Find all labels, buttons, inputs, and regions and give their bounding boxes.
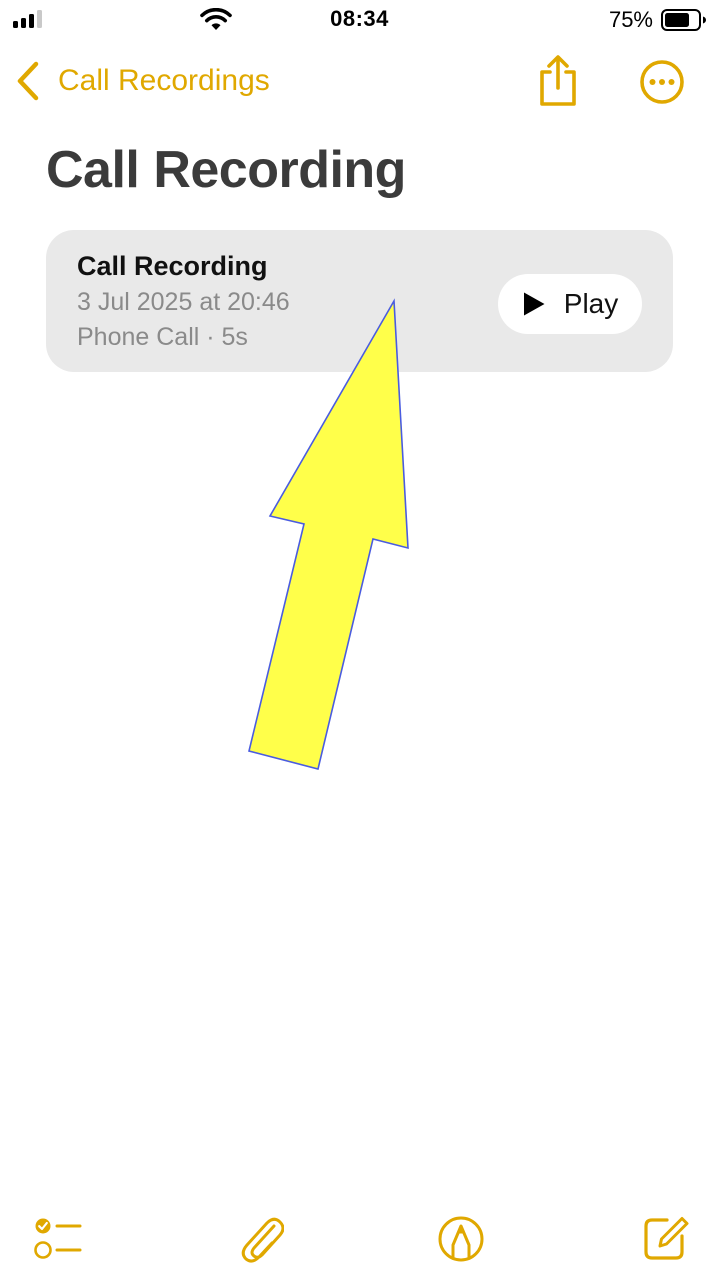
battery-percentage: 75%: [608, 7, 653, 32]
ellipsis-circle-icon[interactable]: [638, 58, 686, 106]
recording-date: 3 Jul 2025 at 20:46: [77, 288, 290, 316]
page-title: Call Recording: [46, 141, 406, 199]
back-button[interactable]: Call Recordings: [14, 60, 270, 102]
paperclip-icon[interactable]: [236, 1212, 284, 1264]
recording-meta: Phone Call · 5s: [77, 323, 248, 351]
play-button-label: Play: [563, 288, 619, 319]
status-bar: 08:34 75%: [0, 0, 719, 40]
share-icon[interactable]: [534, 54, 582, 108]
checklist-icon[interactable]: [32, 1214, 84, 1262]
back-button-label: Call Recordings: [58, 64, 270, 97]
recording-title: Call Recording: [77, 251, 268, 281]
chevron-left-icon: [17, 61, 39, 101]
compose-icon[interactable]: [640, 1212, 690, 1262]
play-button[interactable]: Play: [498, 274, 642, 334]
call-recording-card[interactable]: Call Recording 3 Jul 2025 at 20:46 Phone…: [46, 230, 673, 372]
battery-icon: [661, 9, 706, 31]
play-icon: [523, 292, 545, 316]
markup-pen-icon[interactable]: [436, 1214, 486, 1264]
